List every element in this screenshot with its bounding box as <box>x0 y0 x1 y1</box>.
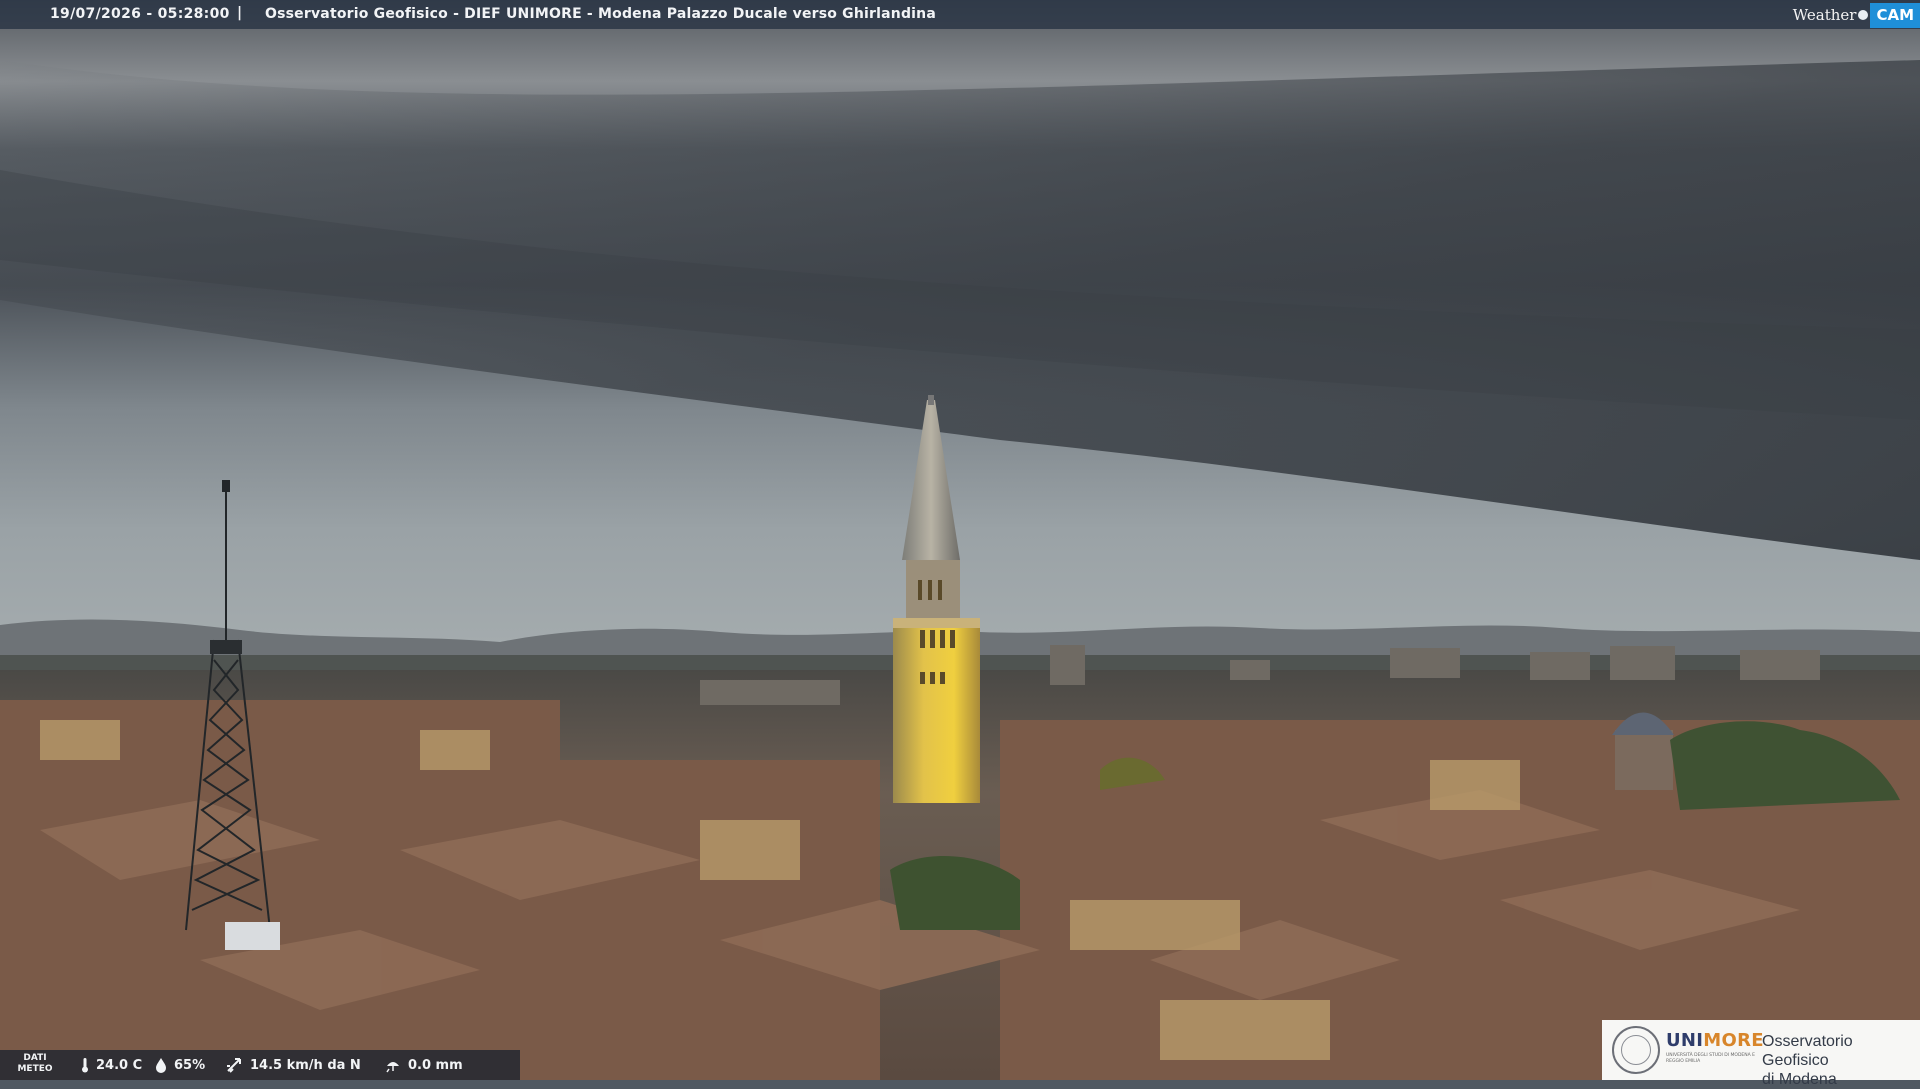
unimore-wordmark-uni: UNI <box>1666 1030 1704 1051</box>
webcam-image <box>0 0 1920 1080</box>
unimore-subtitle: UNIVERSITÀ DEGLI STUDI DI MODENA E REGGI… <box>1666 1053 1755 1064</box>
observatory-name-line1: Osservatorio Geofisico <box>1762 1033 1853 1069</box>
unimore-wordmark: UNIMORE <box>1666 1030 1764 1051</box>
weather-data-bar: DATI METEO 24.0 C 65% 14.5 km/h da N 0.0… <box>0 1050 520 1080</box>
header-bar: 19/07/2026 - 05:28:00 | Osservatorio Geo… <box>0 0 1920 29</box>
timestamp: 19/07/2026 - 05:28:00 <box>50 6 230 22</box>
weathercam-logo-weather: Weather <box>1792 5 1857 24</box>
temperature-reading: 24.0 C <box>80 1057 142 1073</box>
temperature-value: 24.0 C <box>96 1057 143 1073</box>
wind-value: 14.5 km/h da N <box>250 1057 361 1073</box>
thermometer-icon <box>82 1058 88 1073</box>
unimore-logo-box: UNIMORE UNIVERSITÀ DEGLI STUDI DI MODENA… <box>1602 1020 1920 1088</box>
weather-data-label: DATI METEO <box>10 1053 60 1075</box>
rain-icon <box>386 1062 399 1073</box>
university-seal-inner-icon <box>1621 1035 1651 1065</box>
weathercam-logo-dot-icon <box>1858 9 1869 20</box>
humidity-reading: 65% <box>154 1057 205 1073</box>
unimore-wordmark-more: MORE <box>1703 1030 1764 1051</box>
header-separator: | <box>237 5 243 21</box>
wind-reading: 14.5 km/h da N <box>226 1057 361 1073</box>
weather-data-label-line2: METEO <box>17 1064 53 1074</box>
humidity-value: 65% <box>174 1057 206 1073</box>
weather-data-label-line1: DATI <box>23 1053 47 1063</box>
camera-title: Osservatorio Geofisico - DIEF UNIMORE - … <box>265 6 936 22</box>
weathercam-logo: Weather CAM <box>1793 0 1920 29</box>
rain-value: 0.0 mm <box>408 1057 463 1073</box>
wind-icon <box>227 1058 241 1073</box>
humidity-drop-icon <box>156 1058 166 1073</box>
observatory-name: Osservatorio Geofisico di Modena <box>1762 1032 1920 1089</box>
weathercam-logo-cam: CAM <box>1870 3 1920 28</box>
rain-reading: 0.0 mm <box>384 1057 463 1073</box>
university-seal-icon <box>1612 1026 1660 1074</box>
